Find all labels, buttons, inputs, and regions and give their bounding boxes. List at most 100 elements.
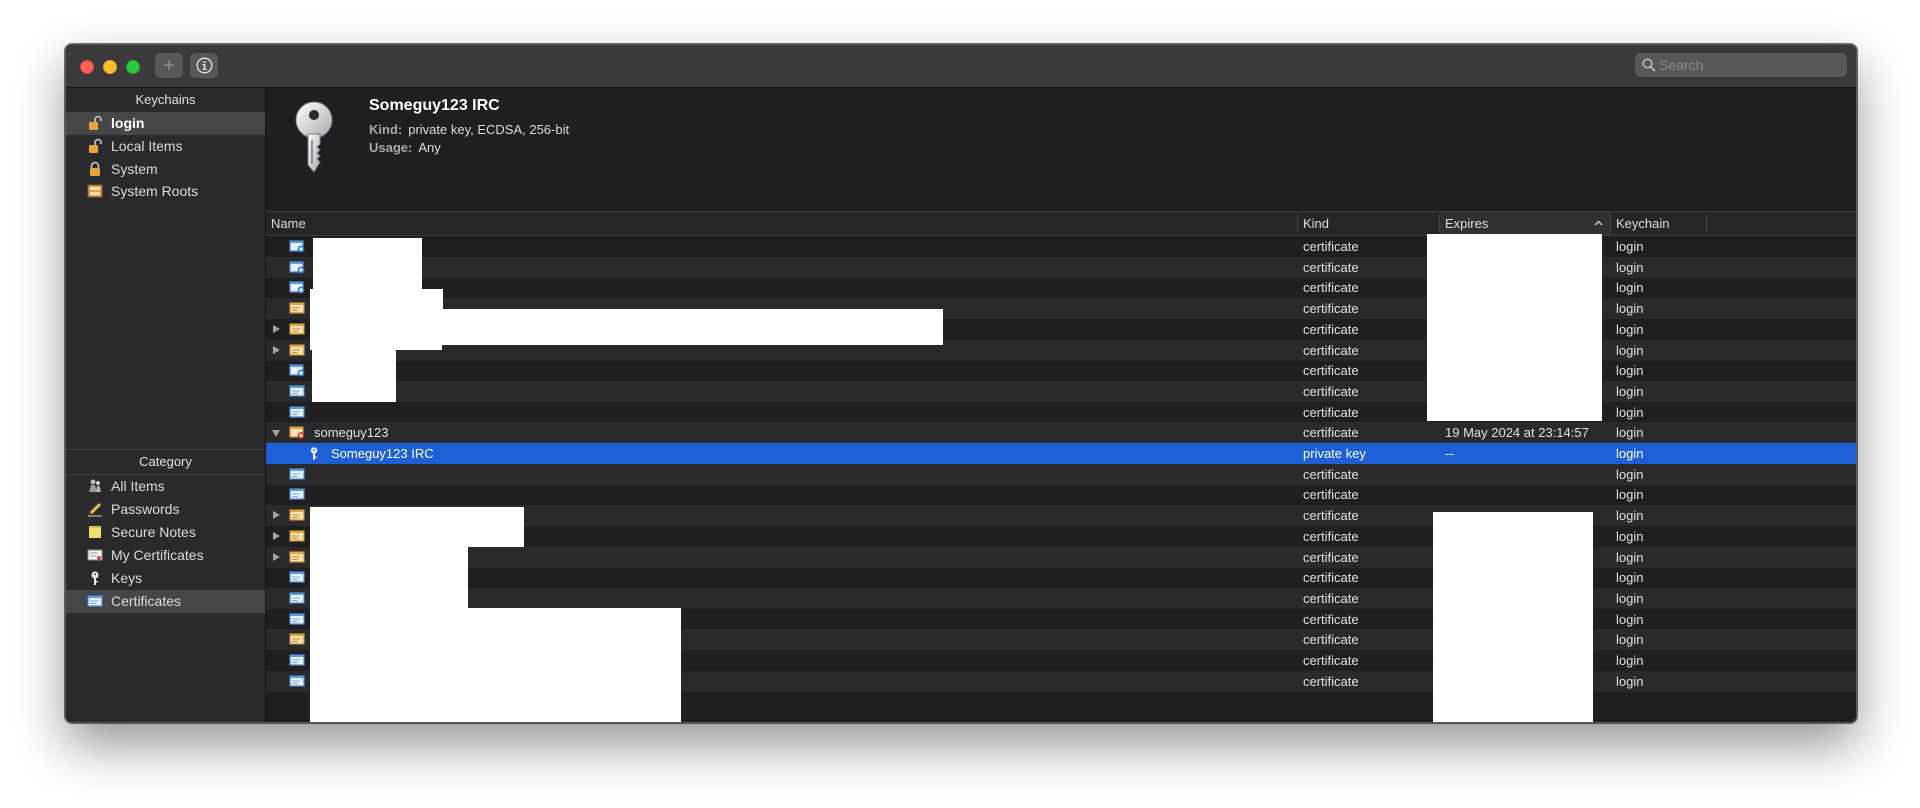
close-window-button[interactable] <box>80 60 94 74</box>
table-row[interactable]: someguy123 certificate 19 May 2024 at 23:1… <box>266 422 1856 444</box>
usage-label: Usage: <box>369 140 413 155</box>
disclosure-closed-icon[interactable] <box>273 552 280 561</box>
cell-kind: certificate <box>1303 363 1359 379</box>
cell-kind: certificate <box>1303 611 1359 627</box>
column-header-name[interactable]: Name <box>266 212 1298 235</box>
column-header-label: Keychain <box>1616 216 1670 231</box>
cell-keychain: login <box>1616 487 1644 503</box>
sidebar-item-label: login <box>111 115 145 131</box>
cell-keychain: login <box>1616 239 1644 254</box>
cabinet-icon <box>87 184 103 198</box>
add-item-button[interactable]: + <box>155 53 183 78</box>
cert-blue-icon <box>289 612 305 625</box>
table-row[interactable]: certificate login <box>266 360 1856 381</box>
sidebar-item-login[interactable]: login <box>66 112 265 135</box>
keychains-header: Keychains <box>135 92 196 107</box>
column-header-keychain[interactable]: Keychain <box>1611 212 1707 235</box>
cell-name: Someguy123 IRC <box>331 446 434 461</box>
table-row[interactable]: certificate login <box>266 463 1856 485</box>
sidebar-item-certificates[interactable]: Certificates <box>66 590 265 613</box>
table-row[interactable]: certificate login <box>266 402 1856 423</box>
table-row[interactable]: certificate login <box>266 587 1856 609</box>
cell-kind: certificate <box>1303 259 1359 275</box>
redaction-block <box>1427 234 1602 421</box>
cert-blue-icon <box>289 675 305 687</box>
disclosure-closed-icon[interactable] <box>273 345 280 354</box>
cell-kind: certificate <box>1303 528 1359 544</box>
cell-keychain: login <box>1616 508 1644 524</box>
disclosure-closed-icon[interactable] <box>273 511 280 520</box>
cert-blue-icon <box>289 571 305 583</box>
cert-plus-icon <box>289 261 305 274</box>
key-icon <box>310 447 318 460</box>
cell-keychain: login <box>1616 259 1644 275</box>
sidebar-item-secure-notes[interactable]: Secure Notes <box>66 521 265 544</box>
cell-kind: certificate <box>1303 590 1359 606</box>
cell-keychain: login <box>1616 528 1644 544</box>
cell-kind: certificate <box>1303 673 1359 689</box>
cert-plus-icon <box>289 281 305 294</box>
cell-keychain: login <box>1616 404 1644 420</box>
kind-label: Kind: <box>369 122 403 137</box>
table-row[interactable]: certificate login <box>266 484 1856 505</box>
sidebar-item-label: All Items <box>111 478 165 494</box>
people-icon <box>89 479 101 492</box>
table-header: Name Kind Expires Keychain <box>266 211 1856 236</box>
sidebar-divider <box>66 449 265 450</box>
cell-kind: certificate <box>1303 508 1359 524</box>
zoom-window-button[interactable] <box>126 60 140 74</box>
sidebar-item-local-items[interactable]: Local Items <box>66 135 265 158</box>
sidebar-item-passwords[interactable]: Passwords <box>66 498 265 521</box>
sidebar-item-label: Certificates <box>111 593 182 609</box>
column-header-label: Kind <box>1303 216 1330 231</box>
search-icon <box>1642 58 1656 72</box>
pencil-icon <box>87 502 102 517</box>
cert-blue-icon <box>289 385 305 397</box>
disclosure-open-icon[interactable] <box>272 430 280 438</box>
minimize-window-button[interactable] <box>103 60 117 74</box>
table-row[interactable]: certificate login <box>266 546 1856 568</box>
cell-kind: certificate <box>1303 239 1359 254</box>
item-info-pane: Someguy123 IRC Kind: private key, ECDSA, … <box>266 88 1856 211</box>
table-row[interactable]: certificate login <box>266 277 1856 298</box>
cell-kind: certificate <box>1303 549 1359 565</box>
sidebar-item-keys[interactable]: Keys <box>66 567 265 590</box>
table-row[interactable]: certificate login <box>266 236 1856 257</box>
sidebar-item-system[interactable]: System <box>66 158 265 181</box>
table-row[interactable]: certificate login <box>266 380 1856 402</box>
cert-blue-icon <box>289 488 305 500</box>
info-icon <box>196 57 212 74</box>
table-row[interactable]: certificate login <box>266 567 1856 588</box>
cell-expires: 19 May 2024 at 23:14:57 <box>1445 425 1589 441</box>
sidebar-item-system-roots[interactable]: System Roots <box>66 180 265 203</box>
get-info-button[interactable] <box>190 53 218 78</box>
sidebar-item-label: Keys <box>111 570 143 586</box>
column-header-label: Expires <box>1445 216 1489 231</box>
cell-kind: certificate <box>1303 404 1359 420</box>
redaction-block <box>310 289 443 315</box>
cert-blue-icon <box>289 592 305 604</box>
redaction-block <box>1433 512 1593 722</box>
items-table: Name Kind Expires Keychain certificate lo… <box>266 211 1856 722</box>
cell-kind: certificate <box>1303 342 1359 358</box>
sidebar-item-all-items[interactable]: All Items <box>66 475 265 498</box>
cell-keychain: login <box>1616 549 1644 565</box>
sort-ascending-icon <box>1594 220 1603 226</box>
column-header-kind[interactable]: Kind <box>1298 212 1440 235</box>
keychain-access-window: + Keychains login <box>65 44 1857 723</box>
search-input[interactable] <box>1659 53 1839 77</box>
search-field[interactable] <box>1635 53 1847 77</box>
cell-keychain: login <box>1616 632 1644 648</box>
cell-kind: private key <box>1303 446 1366 461</box>
cell-keychain: login <box>1616 466 1644 482</box>
table-row[interactable]: certificate login <box>266 256 1856 278</box>
disclosure-closed-icon[interactable] <box>273 324 280 333</box>
sidebar-item-my-certificates[interactable]: My Certificates <box>66 544 265 567</box>
table-row[interactable]: Someguy123 IRC private key -- login <box>266 443 1856 464</box>
redaction-block <box>310 608 681 722</box>
cell-keychain: login <box>1616 446 1644 461</box>
redaction-block <box>310 547 468 608</box>
column-header-expires[interactable]: Expires <box>1440 212 1611 235</box>
disclosure-closed-icon[interactable] <box>273 531 280 540</box>
certificate-blue-icon <box>87 595 103 607</box>
